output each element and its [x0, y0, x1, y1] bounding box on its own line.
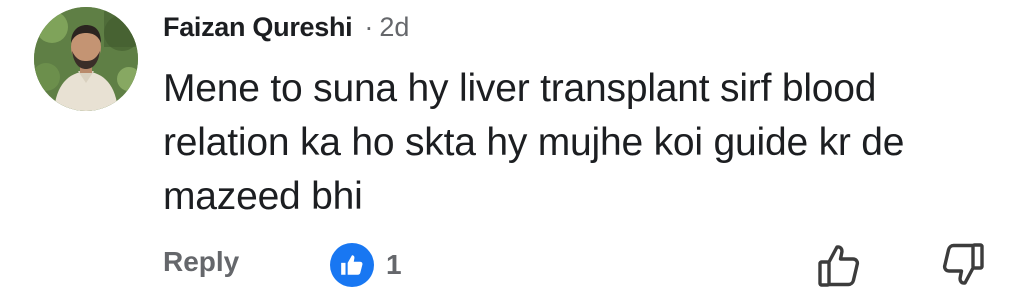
thumbs-up-glyph — [818, 245, 860, 287]
thumbs-up-icon[interactable] — [814, 240, 864, 290]
thumbs-down-icon[interactable] — [938, 240, 988, 290]
timestamp[interactable]: 2d — [379, 12, 409, 43]
separator-dot: · — [364, 11, 374, 42]
reply-button[interactable]: Reply — [163, 246, 239, 278]
comment-text: Mene to suna hy liver transplant sirf bl… — [163, 67, 905, 218]
comment-actions: Reply 1 — [0, 240, 1024, 290]
avatar-photo — [34, 7, 138, 111]
reaction-summary[interactable]: 1 — [330, 243, 402, 287]
like-icon — [330, 243, 374, 287]
author-name[interactable]: Faizan Qureshi — [163, 12, 353, 43]
user-avatar[interactable] — [34, 7, 138, 111]
comment: Faizan Qureshi · 2d Mene to suna hy live… — [0, 0, 1024, 298]
like-glyph — [341, 255, 363, 275]
reaction-count: 1 — [386, 249, 402, 280]
thumbs-down-glyph — [942, 243, 984, 285]
comment-header: Faizan Qureshi · 2d — [163, 7, 409, 47]
